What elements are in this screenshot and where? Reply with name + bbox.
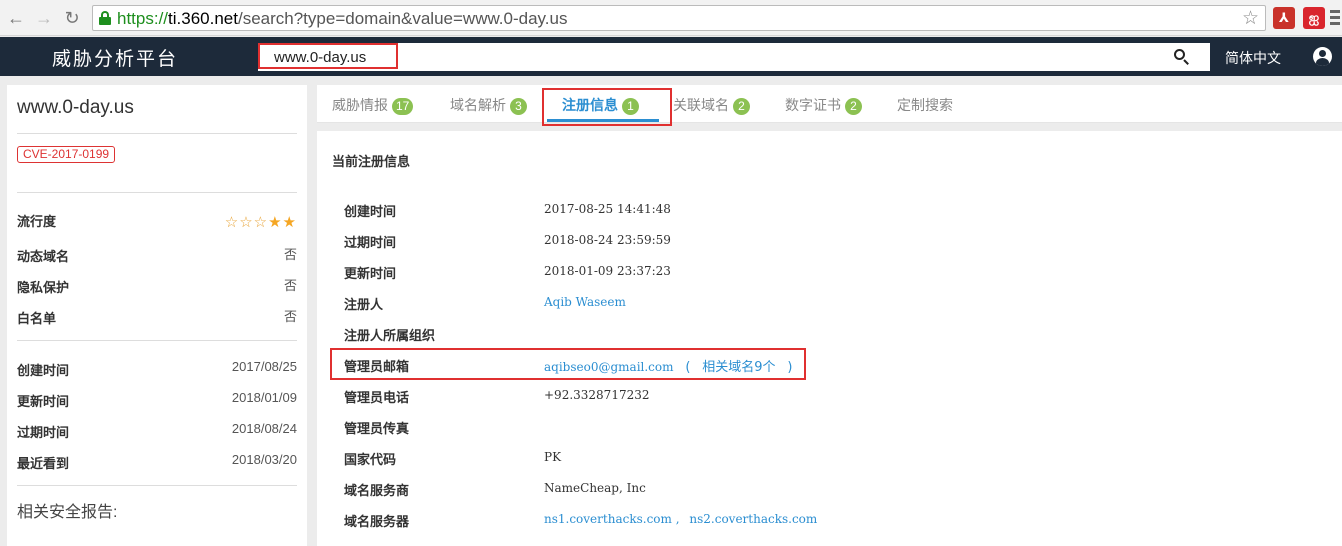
whois-label: 管理员传真 xyxy=(344,421,410,436)
section-title: 当前注册信息 xyxy=(332,154,411,169)
whitelist-value: 否 xyxy=(283,309,297,324)
popularity-stars: ☆☆☆★★ xyxy=(225,213,297,231)
whois-country-value: PK xyxy=(544,450,562,464)
whois-label: 过期时间 xyxy=(344,235,397,250)
created-label: 创建时间 xyxy=(17,363,70,378)
nameserver-link[interactable]: ns1.coverthacks.com xyxy=(544,512,672,526)
reload-icon[interactable]: ↻ xyxy=(62,8,82,28)
whois-admin-email-value: aqibseo0@gmail.com ( 相关域名9个 ) xyxy=(544,356,792,375)
browser-toolbar: ← → ↻ https://ti.360.net/search?type=dom… xyxy=(0,0,1342,36)
updated-value: 2018/01/09 xyxy=(231,390,297,405)
dynamic-domain-label: 动态域名 xyxy=(17,249,70,264)
tab-certificates[interactable]: 数字证书 2 xyxy=(785,95,862,115)
app-header: 威胁分析平台 简体中文 xyxy=(0,37,1342,76)
privacy-protection-value: 否 xyxy=(283,278,297,293)
privacy-protection-label: 隐私保护 xyxy=(17,280,70,295)
back-icon[interactable]: ← xyxy=(6,8,26,28)
nameserver-separator: , xyxy=(675,512,680,526)
created-value: 2017/08/25 xyxy=(231,359,297,374)
user-avatar-icon[interactable] xyxy=(1313,47,1332,66)
whois-registrant-value: Aqib Waseem xyxy=(544,295,626,309)
registrant-link[interactable]: Aqib Waseem xyxy=(544,295,626,309)
registration-info-panel: 当前注册信息 创建时间 2017-08-25 14:41:48 过期时间 201… xyxy=(317,131,1342,546)
whois-nameservers-value: ns1.coverthacks.com , ns2.coverthacks.co… xyxy=(544,512,817,526)
star-empty-icon: ☆ xyxy=(253,214,269,231)
expires-value: 2018/08/24 xyxy=(231,421,297,436)
star-filled-icon: ★ xyxy=(268,214,283,231)
whois-label: 创建时间 xyxy=(344,204,397,219)
popularity-label: 流行度 xyxy=(17,214,57,229)
related-close-paren: ) xyxy=(787,360,793,375)
whois-label: 域名服务商 xyxy=(344,483,410,498)
active-tab-indicator xyxy=(547,119,659,122)
updated-label: 更新时间 xyxy=(17,394,70,409)
domain-summary-panel: www.0-day.us CVE-2017-0199 流行度 ☆☆☆★★ 动态域… xyxy=(7,85,307,546)
search-box xyxy=(258,43,1210,71)
whois-admin-phone-value: +92.3328717232 xyxy=(544,388,650,402)
last-seen-label: 最近看到 xyxy=(17,456,70,471)
tab-bar: 威胁情报 17 域名解析 3 注册信息 1 关联域名 2 数字证书 2 定制搜索 xyxy=(317,85,1342,123)
whois-created-value: 2017-08-25 14:41:48 xyxy=(544,202,671,216)
admin-email-link[interactable]: aqibseo0@gmail.com xyxy=(544,360,674,374)
whois-label: 更新时间 xyxy=(344,266,397,281)
whois-label: 国家代码 xyxy=(344,452,397,467)
whois-label: 管理员电话 xyxy=(344,390,410,405)
address-bar[interactable]: https://ti.360.net/search?type=domain&va… xyxy=(92,5,1266,31)
forward-icon[interactable]: → xyxy=(34,8,54,28)
tab-threat-intel[interactable]: 威胁情报 17 xyxy=(332,95,414,115)
related-reports-label: 相关安全报告: xyxy=(17,504,118,521)
pdf-icon[interactable]: ⅄ xyxy=(1273,7,1295,29)
url-text: https://ti.360.net/search?type=domain&va… xyxy=(117,9,568,28)
whois-registrar-value: NameCheap, Inc xyxy=(544,481,646,495)
tab-related-domains[interactable]: 关联域名 2 xyxy=(673,95,750,115)
whois-expires-value: 2018-08-24 23:59:59 xyxy=(544,233,671,247)
divider xyxy=(17,133,297,134)
whois-updated-value: 2018-01-09 23:37:23 xyxy=(544,264,671,278)
cve-badge[interactable]: CVE-2017-0199 xyxy=(17,146,116,163)
star-filled-icon: ★ xyxy=(282,214,297,231)
domain-title: www.0-day.us xyxy=(17,97,134,118)
tab-dns-resolution[interactable]: 域名解析 3 xyxy=(450,95,527,115)
divider xyxy=(17,192,297,193)
menu-icon[interactable] xyxy=(1330,10,1340,28)
bookmark-star-icon[interactable]: ☆ xyxy=(1242,7,1259,30)
related-open-paren: ( xyxy=(685,360,691,375)
tab-registration-info[interactable]: 注册信息 1 xyxy=(562,95,639,115)
language-selector[interactable]: 简体中文 xyxy=(1225,48,1281,68)
related-domains-link[interactable]: 相关域名9个 xyxy=(702,360,775,375)
tab-custom-search[interactable]: 定制搜索 xyxy=(897,95,953,115)
search-icon[interactable] xyxy=(1174,49,1190,65)
whois-label: 注册人 xyxy=(344,297,384,312)
star-empty-icon: ☆ xyxy=(224,214,240,231)
divider xyxy=(17,340,297,341)
app-title: 威胁分析平台 xyxy=(52,49,179,70)
expires-label: 过期时间 xyxy=(17,425,70,440)
divider xyxy=(17,485,297,486)
last-seen-value: 2018/03/20 xyxy=(231,452,297,467)
whois-label: 注册人所属组织 xyxy=(344,328,436,343)
whois-label: 域名服务器 xyxy=(344,514,410,529)
dynamic-domain-value: 否 xyxy=(283,247,297,262)
whois-label: 管理员邮箱 xyxy=(344,359,410,374)
search-input[interactable] xyxy=(258,43,1158,71)
whitelist-label: 白名单 xyxy=(17,311,57,326)
lock-icon xyxy=(99,11,111,25)
star-empty-icon: ☆ xyxy=(239,214,254,231)
red-app-icon[interactable]: ஐ xyxy=(1303,7,1325,29)
nameserver-link[interactable]: ns2.coverthacks.com xyxy=(689,512,817,526)
